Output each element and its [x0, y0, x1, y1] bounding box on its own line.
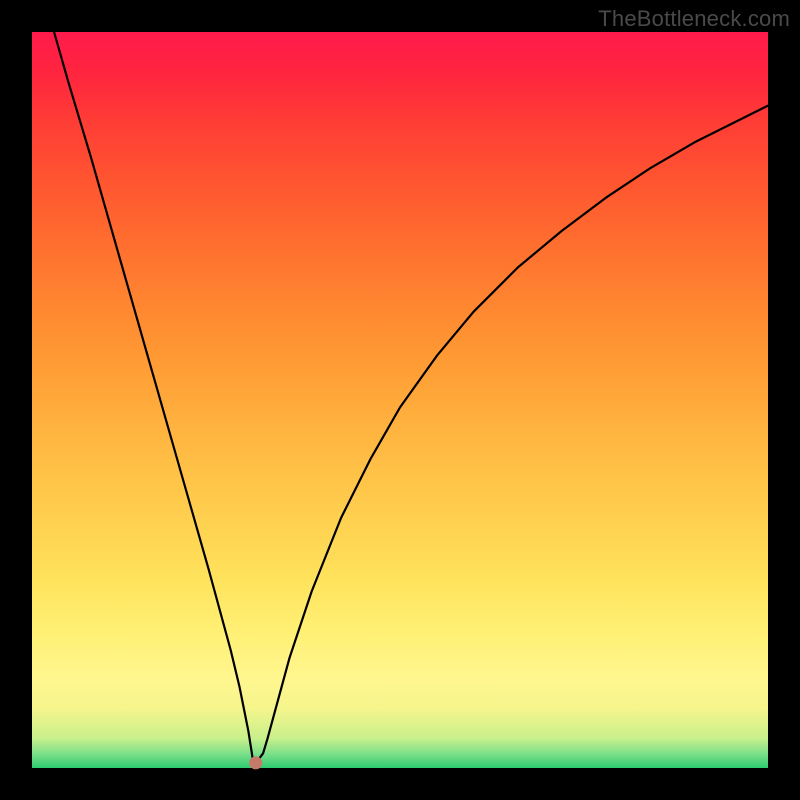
chart-frame: TheBottleneck.com	[0, 0, 800, 800]
bottleneck-curve	[54, 32, 768, 759]
watermark-text: TheBottleneck.com	[598, 6, 790, 32]
plot-area	[32, 32, 768, 768]
bottleneck-marker	[249, 756, 262, 769]
chart-svg	[32, 32, 768, 768]
